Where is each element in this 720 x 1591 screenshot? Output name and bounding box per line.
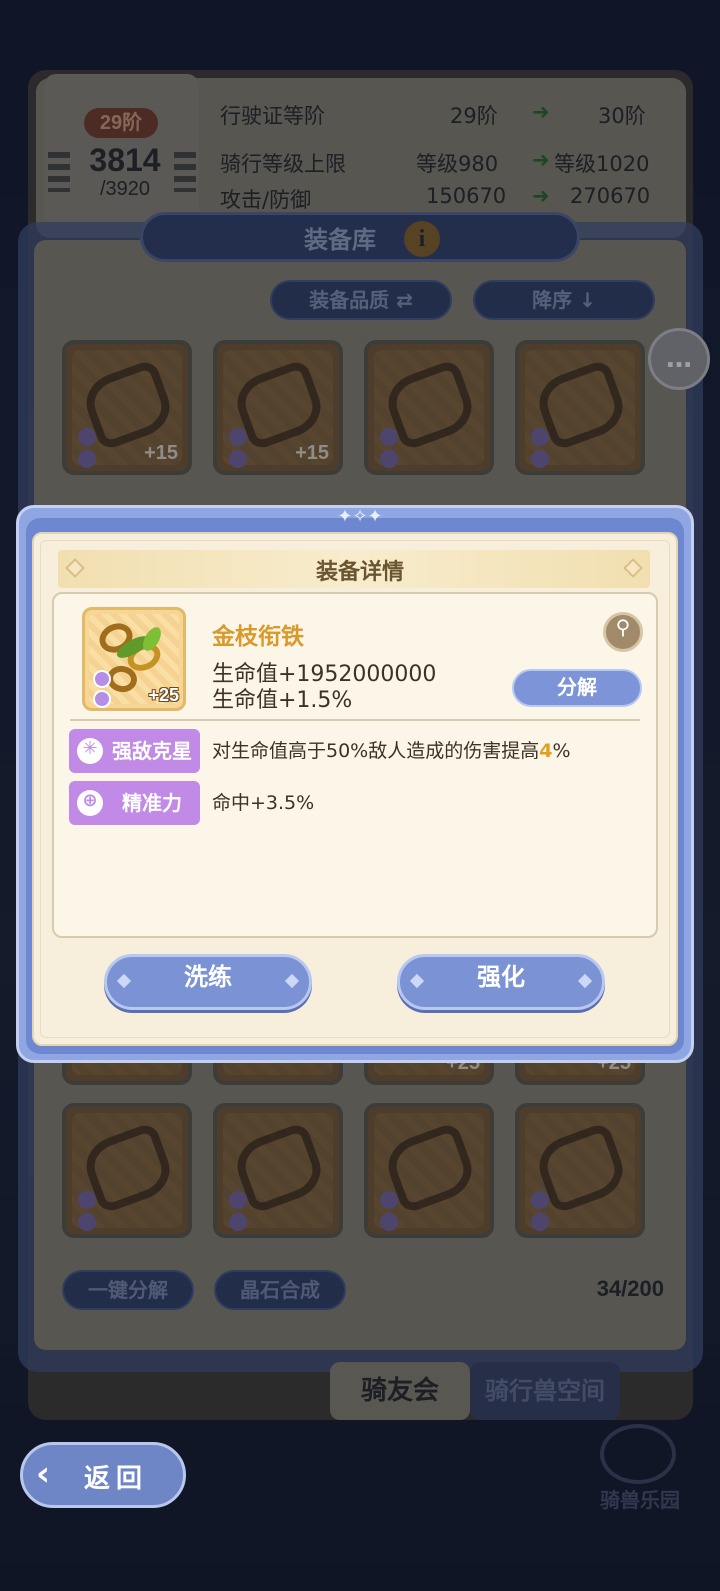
enhance-label: 强化 xyxy=(477,963,525,991)
affix-description: 命中+3.5% xyxy=(212,792,315,814)
sparkle-ornament-icon: ✦✧✦ xyxy=(337,506,383,527)
lock-icon[interactable]: ⚲ xyxy=(603,612,643,652)
back-label: 返回 xyxy=(84,1464,149,1494)
item-name: 金枝衔铁 xyxy=(212,624,304,650)
affix-highlight-value: 4 xyxy=(539,740,553,762)
crosshair-icon: ⊕ xyxy=(77,790,103,816)
decompose-button[interactable]: 分解 xyxy=(512,669,642,707)
affix-tag-label: 强敌克星 xyxy=(112,739,192,763)
affix-dot-icon xyxy=(93,690,111,708)
back-arrow-icon: ‹ xyxy=(36,1454,51,1494)
item-plus-level: +25 xyxy=(148,685,179,705)
affix-tag-nemesis: ✳ 强敌克星 xyxy=(69,729,200,773)
affix-tag-label: 精准力 xyxy=(122,791,182,815)
affix-description: 对生命值高于50%敌人造成的伤害提高4% xyxy=(212,740,571,762)
affix-tag-precision: ⊕ 精准力 xyxy=(69,781,200,825)
refine-label: 洗练 xyxy=(184,963,232,991)
refine-button[interactable]: 洗练 xyxy=(104,954,312,1010)
divider xyxy=(70,719,640,721)
item-icon: +25 xyxy=(82,607,186,711)
modal-title: 装备详情 xyxy=(315,560,404,585)
burst-icon: ✳ xyxy=(77,738,103,764)
affix-dot-icon xyxy=(93,670,111,688)
diamond-ornament-icon xyxy=(623,558,643,578)
diamond-ornament-icon xyxy=(65,558,85,578)
item-stat-hp-percent: 生命值+1.5% xyxy=(212,688,353,713)
enhance-button[interactable]: 强化 xyxy=(397,954,605,1010)
